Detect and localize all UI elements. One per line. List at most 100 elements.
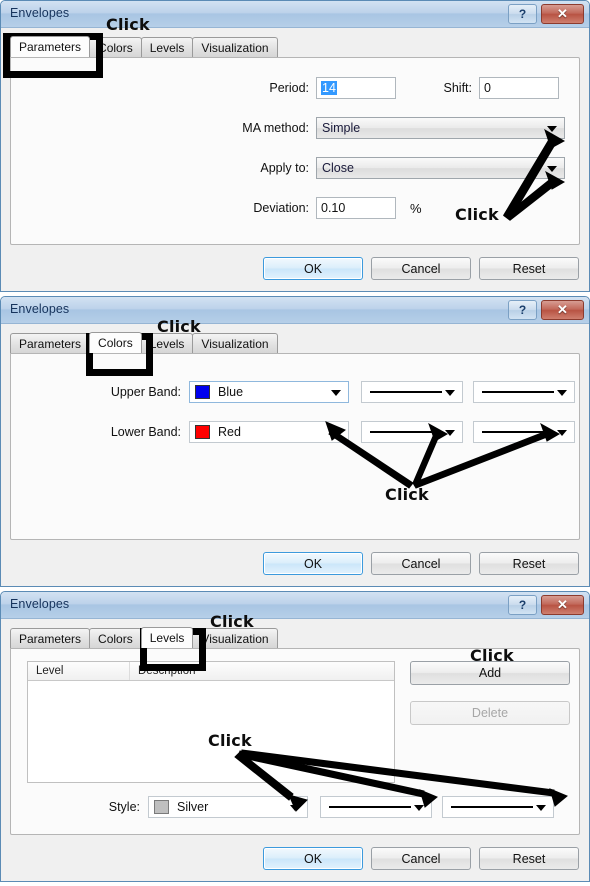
- style-linewidth-dropdown[interactable]: [442, 796, 554, 818]
- lower-band-color-dropdown[interactable]: Red: [189, 421, 349, 443]
- chevron-down-icon: [557, 430, 567, 436]
- style-label: Style:: [108, 800, 140, 814]
- ok-button[interactable]: OK: [263, 847, 363, 870]
- ma-method-dropdown[interactable]: Simple: [316, 117, 565, 139]
- window-title: Envelopes: [10, 6, 70, 20]
- tab-colors[interactable]: Colors: [89, 37, 142, 57]
- chevron-down-icon: [557, 390, 567, 396]
- click-annotation-dropdowns: Click: [385, 485, 429, 504]
- ma-method-label: MA method:: [242, 121, 309, 135]
- style-color-dropdown[interactable]: Silver: [148, 796, 308, 818]
- envelopes-dialog-levels: Envelopes ? ✕ Parameters Colors Levels V…: [0, 591, 590, 882]
- levels-table[interactable]: Level Description: [27, 661, 395, 783]
- apply-to-value: Close: [322, 161, 354, 175]
- cancel-button[interactable]: Cancel: [371, 847, 471, 870]
- close-icon[interactable]: ✕: [541, 595, 584, 615]
- style-color-value: Silver: [177, 800, 209, 814]
- chevron-down-icon: [445, 390, 455, 396]
- lower-band-row: Lower Band: Red: [11, 421, 579, 443]
- dialog3-footer: OK Cancel Reset: [263, 847, 579, 870]
- period-input[interactable]: 14: [316, 77, 396, 99]
- lower-band-style-dropdown[interactable]: [361, 421, 463, 443]
- reset-button[interactable]: Reset: [479, 257, 579, 280]
- click-annotation-tab: Click: [157, 317, 201, 336]
- ma-method-row: MA method: Simple: [11, 117, 579, 139]
- help-icon[interactable]: ?: [508, 300, 537, 320]
- levels-panel: Level Description Add Delete Style: Silv…: [10, 648, 580, 835]
- upper-band-width-dropdown[interactable]: [473, 381, 575, 403]
- reset-button[interactable]: Reset: [479, 552, 579, 575]
- levels-table-header: Level Description: [28, 662, 394, 681]
- cancel-button[interactable]: Cancel: [371, 552, 471, 575]
- apply-to-label: Apply to:: [260, 161, 309, 175]
- tab-levels[interactable]: Levels: [140, 37, 194, 57]
- line-style-preview: [370, 391, 442, 393]
- line-width-preview: [451, 806, 533, 808]
- chevron-down-icon: [290, 805, 300, 811]
- column-header-description: Description: [138, 665, 196, 677]
- chevron-down-icon: [536, 805, 546, 811]
- window-buttons: ? ✕: [508, 595, 584, 615]
- window-title: Envelopes: [10, 302, 70, 316]
- period-value: 14: [321, 81, 337, 95]
- click-annotation-dropdowns: Click: [455, 205, 499, 224]
- deviation-label: Deviation:: [253, 201, 309, 215]
- chevron-down-icon: [331, 390, 341, 396]
- chevron-down-icon: [547, 126, 557, 132]
- deviation-input[interactable]: 0.10: [316, 197, 396, 219]
- column-header-level: Level: [28, 662, 130, 680]
- ok-button[interactable]: OK: [263, 257, 363, 280]
- envelopes-dialog-colors: Envelopes ? ✕ Parameters Colors Levels V…: [0, 296, 590, 587]
- style-linestyle-dropdown[interactable]: [320, 796, 432, 818]
- color-swatch-silver: [154, 800, 169, 814]
- dialog2-footer: OK Cancel Reset: [263, 552, 579, 575]
- click-annotation-add: Click: [470, 646, 514, 665]
- tab-parameters[interactable]: Parameters: [10, 36, 91, 57]
- click-annotation-tab: Click: [106, 15, 150, 34]
- color-swatch-red: [195, 425, 210, 439]
- ma-method-value: Simple: [322, 121, 361, 135]
- tab-colors[interactable]: Colors: [89, 628, 142, 648]
- tab-levels[interactable]: Levels: [140, 627, 194, 648]
- tab-visualization[interactable]: Visualization: [192, 333, 278, 353]
- tab-visualization[interactable]: Visualization: [192, 37, 278, 57]
- tab-colors[interactable]: Colors: [89, 332, 142, 353]
- apply-to-dropdown[interactable]: Close: [316, 157, 565, 179]
- click-annotation-style: Click: [208, 731, 252, 750]
- upper-band-row: Upper Band: Blue: [11, 381, 579, 403]
- tabstrip: Parameters Colors Levels Visualization: [10, 332, 589, 353]
- tab-parameters[interactable]: Parameters: [10, 333, 91, 353]
- line-style-preview: [329, 806, 411, 808]
- window-title: Envelopes: [10, 597, 70, 611]
- close-icon[interactable]: ✕: [541, 4, 584, 24]
- envelopes-dialog-parameters: Envelopes ? ✕ Parameters Colors Levels V…: [0, 0, 590, 292]
- window-buttons: ? ✕: [508, 300, 584, 320]
- help-icon[interactable]: ?: [508, 595, 537, 615]
- percent-label: %: [410, 200, 422, 216]
- ok-button[interactable]: OK: [263, 552, 363, 575]
- tabstrip: Parameters Colors Levels Visualization: [10, 36, 589, 57]
- chevron-down-icon: [331, 430, 341, 436]
- apply-to-row: Apply to: Close: [11, 157, 579, 179]
- titlebar: Envelopes ? ✕: [1, 1, 589, 28]
- cancel-button[interactable]: Cancel: [371, 257, 471, 280]
- tab-visualization[interactable]: Visualization: [192, 628, 278, 648]
- lower-band-width-dropdown[interactable]: [473, 421, 575, 443]
- reset-button[interactable]: Reset: [479, 847, 579, 870]
- tab-levels[interactable]: Levels: [140, 333, 194, 353]
- close-icon[interactable]: ✕: [541, 300, 584, 320]
- style-row: Style: Silver: [11, 796, 579, 818]
- delete-button: Delete: [410, 701, 570, 725]
- shift-label: Shift:: [443, 81, 473, 95]
- tab-parameters[interactable]: Parameters: [10, 628, 91, 648]
- help-icon[interactable]: ?: [508, 4, 537, 24]
- line-width-preview: [482, 391, 554, 393]
- upper-band-color-dropdown[interactable]: Blue: [189, 381, 349, 403]
- chevron-down-icon: [547, 166, 557, 172]
- upper-band-style-dropdown[interactable]: [361, 381, 463, 403]
- color-swatch-blue: [195, 385, 210, 399]
- period-label: Period:: [269, 81, 309, 95]
- shift-input[interactable]: 0: [479, 77, 559, 99]
- lower-band-color-value: Red: [218, 425, 241, 439]
- chevron-down-icon: [445, 430, 455, 436]
